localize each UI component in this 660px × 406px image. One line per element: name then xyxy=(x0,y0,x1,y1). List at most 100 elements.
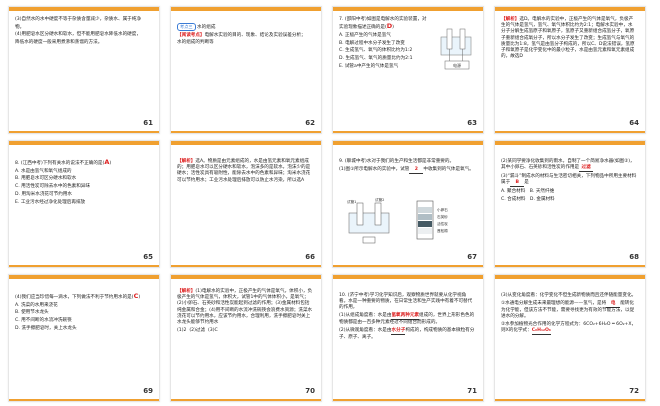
tag-label: 【解析】 xyxy=(177,159,196,164)
explanation-text: 【解析】(1)电解水的实验中，正极产生的气体是氧气，体积小，负极产生的气体是氢气… xyxy=(177,289,313,326)
slide-text: 考点三 水的组成 【阅读考点】电解水实验的目的、现象、结论及实验误差分析； 水的… xyxy=(177,23,313,48)
slide-text: 【解析】选A。物质是由元素组成的，水是由氢元素和氧元素组成的；用肥皂水可以区分硬… xyxy=(177,159,313,185)
sub-question: (2)从微观角度看：水是由水分子构成的，构成物质的基本微粒有分子、原子、离子。 xyxy=(339,328,475,341)
slide-number: 67 xyxy=(467,253,477,261)
sub-question-content: (2)从微观角度看：水是由 xyxy=(339,328,392,334)
slide-accent-bar xyxy=(333,7,483,11)
slide-number: 65 xyxy=(143,253,153,261)
question-text: 8. (江西中考)下列有关水的说法不正确的是(A) xyxy=(15,158,112,166)
slide-number: 66 xyxy=(305,253,315,261)
option-line: C. 合成材料 D. 金属材料 xyxy=(501,197,637,203)
slide-bottom-bar xyxy=(495,131,645,133)
water-experiment-diagrams: 试管1 试管2 活性炭 小卵石 石英砂 蓬松棉 xyxy=(347,197,448,244)
slide-number: 62 xyxy=(305,119,315,127)
slide-number: 69 xyxy=(143,387,153,395)
question-text: (2)某同学要净化收集到的雨水，自制了一个简易净水器(如图②)，其中小卵石、石英… xyxy=(501,159,637,173)
question-tail: 是 xyxy=(524,180,529,186)
option-line: C. 用不间断的水流冲洗碗筷 xyxy=(15,318,72,324)
slide-text: 10. (济宁中考)学习化学知识后，观察物质世界就要从化学视角看。水是一种重要的… xyxy=(339,293,475,343)
slide-text: (3)从变化角度看：化学变化不但生成新物质而且还伴随能量变化。 ①水通电分解生成… xyxy=(501,293,637,337)
slide-text: 【解析】(1)电解水的实验中，正极产生的气体是氧气，体积小，负极产生的气体是氢气… xyxy=(177,289,313,335)
option-line: A. 洗菜的水用来浇花 xyxy=(15,302,58,308)
question-text: (4)我们应当珍惜每一滴水，下列做法不利于节约用水的是(C) xyxy=(15,292,141,300)
sub-question-content: (1)从组成角度看：水是由 xyxy=(339,313,392,319)
slide-71[interactable]: 10. (济宁中考)学习化学知识后，观察物质世界就要从化学视角看。水是一种重要的… xyxy=(332,274,484,402)
question-text: 7. (邵阳中考)如图是电解水的实验装置，对实验现象描述正确的是(D) xyxy=(339,17,427,31)
slide-text: 8. (江西中考)下列有关水的说法不正确的是(A) A. 水是由氢气和氧气组成的… xyxy=(15,159,151,207)
slide-bottom-bar xyxy=(171,265,321,267)
topic-title: 水的组成 xyxy=(197,25,216,30)
question-text: 10. (济宁中考)学习化学知识后，观察物质世界就要从化学视角看。水是一种重要的… xyxy=(339,293,473,311)
answer-blank: 2 xyxy=(409,167,424,174)
tube-label: 试管1 xyxy=(347,199,356,204)
slide-65[interactable]: 8. (江西中考)下列有关水的说法不正确的是(A) A. 水是由氢气和氧气组成的… xyxy=(8,140,160,268)
option-line: A. 水是由氢气和氧气组成的 xyxy=(15,168,72,174)
question-text: (3)“漏斗”制成水的材料与生活密切相关，下列物品中所用主要材料属于 B 是 xyxy=(501,174,637,188)
slide-accent-bar xyxy=(171,275,321,279)
slide-number: 71 xyxy=(467,387,477,395)
option-line: D. 洗手擦肥皂时，关上水龙头 xyxy=(15,325,77,331)
layer-label: 活性炭 xyxy=(437,221,448,226)
option-text: D. 金属材料 xyxy=(529,196,555,202)
text-line-content: ②水参加植物光合作用的化学方程式为：6CO₂+6H₂O ═ 6O₂+X，则X的化… xyxy=(501,321,637,334)
text-line: (3)从变化角度看：化学变化不但生成新物质而且还伴随能量变化。 xyxy=(501,293,637,298)
answer-blank: 过滤 xyxy=(579,165,594,173)
slide-bottom-bar xyxy=(333,399,483,401)
tag-label: 【阅读考点】 xyxy=(177,32,205,38)
slide-bottom-bar xyxy=(495,265,645,267)
question-content: (2)某同学要净化收集到的雨水，自制了一个简易净水器(如图②)，其中小卵石、石英… xyxy=(501,159,635,171)
layer-label: 小卵石 xyxy=(437,207,448,212)
option-line: A. 聚合材料 B. 天然纤维 xyxy=(501,189,637,195)
answer-mark: C xyxy=(133,292,139,300)
slide-67[interactable]: 9. (聊城中考)水对于我们的生产和生活都是非常重要的。 (1)图①所示电解水的… xyxy=(332,140,484,268)
answer-blank: C₆H₁₂O₆ xyxy=(531,328,551,336)
text-line: (4)用肥皂水区分硬水和软水，但不能用肥皂水降低水的硬度， xyxy=(15,32,141,38)
slide-bottom-bar xyxy=(333,265,483,267)
sub-question-tail: 中收集到的气体是氧气。 xyxy=(423,166,474,172)
sub-question: (1)图①所示电解水的实验中，试管 2 中收集到的气体是氧气。 xyxy=(339,167,475,174)
answer-summary: (1)2 (2)过滤 (3)C xyxy=(177,328,313,334)
text-line: 水的组成的判断等 xyxy=(177,40,214,46)
sub-question: (1)从组成角度看：水是由氢氧两种元素组成的，世界上形形色色的物质都是由一百多种… xyxy=(339,313,475,326)
text-line-content: 电解水实验的目的、现象、结论及实验误差分析； xyxy=(204,32,306,38)
slide-accent-bar xyxy=(495,275,645,279)
text-line: 【阅读考点】电解水实验的目的、现象、结论及实验误差分析； xyxy=(177,33,313,39)
slide-accent-bar xyxy=(9,275,159,279)
slide-63[interactable]: 7. (邵阳中考)如图是电解水的实验装置，对实验现象描述正确的是(D) A. 正… xyxy=(332,6,484,134)
tag-label: 【解析】 xyxy=(501,17,520,22)
option-line: C. 生成氢气、氧气的体积比约为1:2 xyxy=(339,48,413,54)
option-text: C. 合成材料 xyxy=(501,196,526,202)
slide-bottom-bar xyxy=(495,399,645,401)
slide-62[interactable]: 考点三 水的组成 【阅读考点】电解水实验的目的、现象、结论及实验误差分析； 水的… xyxy=(170,6,322,134)
option-line: B. 电解过程中水分子发生了改变 xyxy=(339,40,405,46)
slide-bottom-bar xyxy=(171,399,321,401)
slide-accent-bar xyxy=(333,275,483,279)
sub-question-content: (1)图①所示电解水的实验中，试管 xyxy=(339,166,410,172)
slide-61[interactable]: (3)自然水的水中硬度不等于杂质含量减少，杂质水、属于纯净 物。 (4)用肥皂水… xyxy=(8,6,160,134)
answer-blank: B xyxy=(510,180,525,188)
layer-label: 蓬松棉 xyxy=(437,228,448,233)
slide-bottom-bar xyxy=(333,131,483,133)
slide-69[interactable]: (4)我们应当珍惜每一滴水，下列做法不利于节约用水的是(C) A. 洗菜的水用来… xyxy=(8,274,160,402)
question-content: 7. (邵阳中考)如图是电解水的实验装置，对实验现象描述正确的是 xyxy=(339,17,427,31)
slide-accent-bar xyxy=(495,141,645,145)
slide-68[interactable]: (2)某同学要净化收集到的雨水，自制了一个简易净水器(如图②)，其中小卵石、石英… xyxy=(494,140,646,268)
answer-item: (2)过滤 xyxy=(189,327,206,333)
answer-item: (3)C xyxy=(207,327,218,333)
slide-number: 68 xyxy=(629,253,639,261)
slide-70[interactable]: 【解析】(1)电解水的实验中，正极产生的气体是氧气，体积小，负极产生的气体是氢气… xyxy=(170,274,322,402)
slide-66[interactable]: 【解析】选A。物质是由元素组成的，水是由氢元素和氧元素组成的；用肥皂水可以区分硬… xyxy=(170,140,322,268)
question-content: (4)我们应当珍惜每一滴水，下列做法不利于节约用水的是 xyxy=(15,295,132,300)
slide-number: 64 xyxy=(629,119,639,127)
answer-blank: 电 xyxy=(606,301,621,308)
slide-72[interactable]: (3)从变化角度看：化学变化不但生成新物质而且还伴随能量变化。 ①水通电分解生成… xyxy=(494,274,646,402)
slide-bottom-bar xyxy=(9,265,159,267)
text-line: (3)自然水的水中硬度不等于杂质含量减少，杂质水、属于纯净 xyxy=(15,17,141,22)
slide-text: 【解析】选D。电解水的实验中，正极产生的气体是氧气，负极产生的气体是氢气，氢气、… xyxy=(501,17,637,62)
explanation-content: 选D。电解水的实验中，正极产生的气体是氧气，负极产生的气体是氢气，氢气、氧气体积… xyxy=(501,17,635,60)
explanation-text: 【解析】选A。物质是由元素组成的，水是由氢元素和氧元素组成的；用肥皂水可以区分硬… xyxy=(177,159,313,184)
slide-64[interactable]: 【解析】选D。电解水的实验中，正极产生的气体是氧气，负极产生的气体是氢气，氢气、… xyxy=(494,6,646,134)
slide-number: 72 xyxy=(629,387,639,395)
slide-accent-bar xyxy=(9,7,159,11)
slide-number: 70 xyxy=(305,387,315,395)
